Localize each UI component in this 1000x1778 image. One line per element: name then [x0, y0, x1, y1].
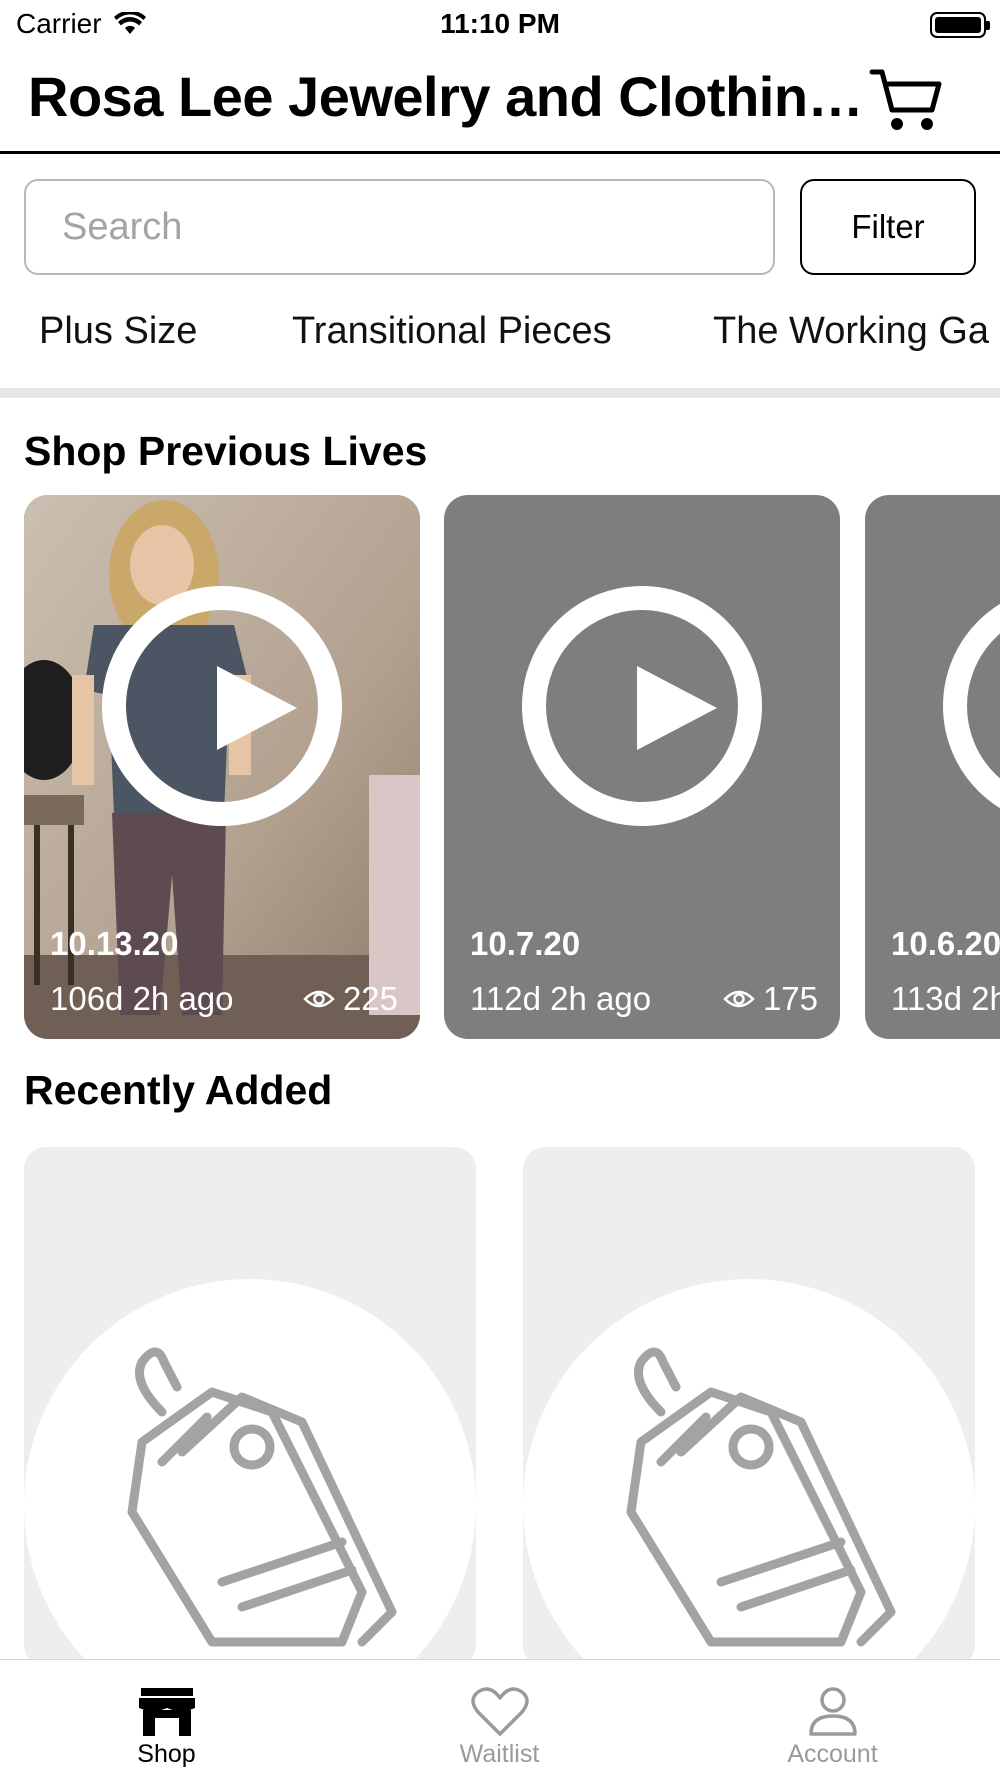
- live-time-ago: 113d 2h ago: [891, 980, 1000, 1017]
- tab-bar: Shop Waitlist Account: [0, 1659, 1000, 1778]
- live-time-ago: 106d 2h ago: [50, 980, 234, 1017]
- view-count-value: 225: [342, 980, 398, 1017]
- price-tag-icon: [626, 1347, 896, 1647]
- cart-icon[interactable]: [868, 64, 944, 134]
- category-the-working-ga[interactable]: The Working Ga: [713, 310, 989, 353]
- view-count-value: 175: [762, 980, 818, 1017]
- status-bar: Carrier 11:10 PM: [0, 0, 1000, 50]
- play-icon[interactable]: [943, 586, 1000, 826]
- tab-label: Shop: [137, 1740, 196, 1768]
- previous-lives-carousel: 10.13.20 106d 2h ago 225 10.7.20 112d 2h…: [0, 495, 1000, 1039]
- person-icon: [808, 1687, 857, 1736]
- eye-icon: [303, 990, 335, 1008]
- live-card[interactable]: 10.7.20 112d 2h ago 175: [444, 495, 840, 1039]
- category-transitional-pieces[interactable]: Transitional Pieces: [292, 310, 612, 353]
- previous-lives-title: Shop Previous Lives: [24, 428, 428, 474]
- recently-added-title: Recently Added: [24, 1067, 333, 1113]
- category-plus-size[interactable]: Plus Size: [39, 310, 197, 353]
- heart-icon: [470, 1687, 529, 1736]
- store-icon: [138, 1688, 195, 1736]
- live-card[interactable]: 10.13.20 106d 2h ago 225: [24, 495, 420, 1039]
- status-time: 11:10 PM: [440, 8, 560, 39]
- tab-account[interactable]: Account: [666, 1660, 999, 1778]
- tab-label: Account: [787, 1740, 878, 1768]
- live-view-count: 225: [303, 980, 398, 1018]
- live-card[interactable]: 10.6.20 113d 2h ago: [865, 495, 1000, 1039]
- product-card[interactable]: [523, 1147, 975, 1667]
- live-date: 10.6.20: [891, 925, 1000, 962]
- tab-waitlist[interactable]: Waitlist: [333, 1660, 666, 1778]
- app-header: Rosa Lee Jewelry and Clothing Boutique: [0, 50, 1000, 154]
- price-tag-icon: [127, 1347, 397, 1647]
- live-date: 10.13.20: [50, 925, 179, 962]
- category-bar: Plus Size Transitional Pieces The Workin…: [0, 300, 1000, 366]
- battery-icon: [930, 12, 990, 38]
- eye-icon: [723, 990, 755, 1008]
- live-view-count: 175: [723, 980, 818, 1018]
- search-input[interactable]: [24, 179, 775, 275]
- filter-button[interactable]: Filter: [800, 179, 976, 275]
- tab-label: Waitlist: [459, 1740, 540, 1768]
- play-icon[interactable]: [102, 586, 342, 826]
- live-time-ago: 112d 2h ago: [470, 980, 652, 1017]
- live-date: 10.7.20: [470, 925, 581, 962]
- section-divider: [0, 388, 1000, 398]
- play-icon[interactable]: [522, 586, 762, 826]
- page-title: Rosa Lee Jewelry and Clothing Boutique: [28, 65, 868, 128]
- product-card[interactable]: [24, 1147, 476, 1667]
- tab-shop[interactable]: Shop: [0, 1660, 333, 1778]
